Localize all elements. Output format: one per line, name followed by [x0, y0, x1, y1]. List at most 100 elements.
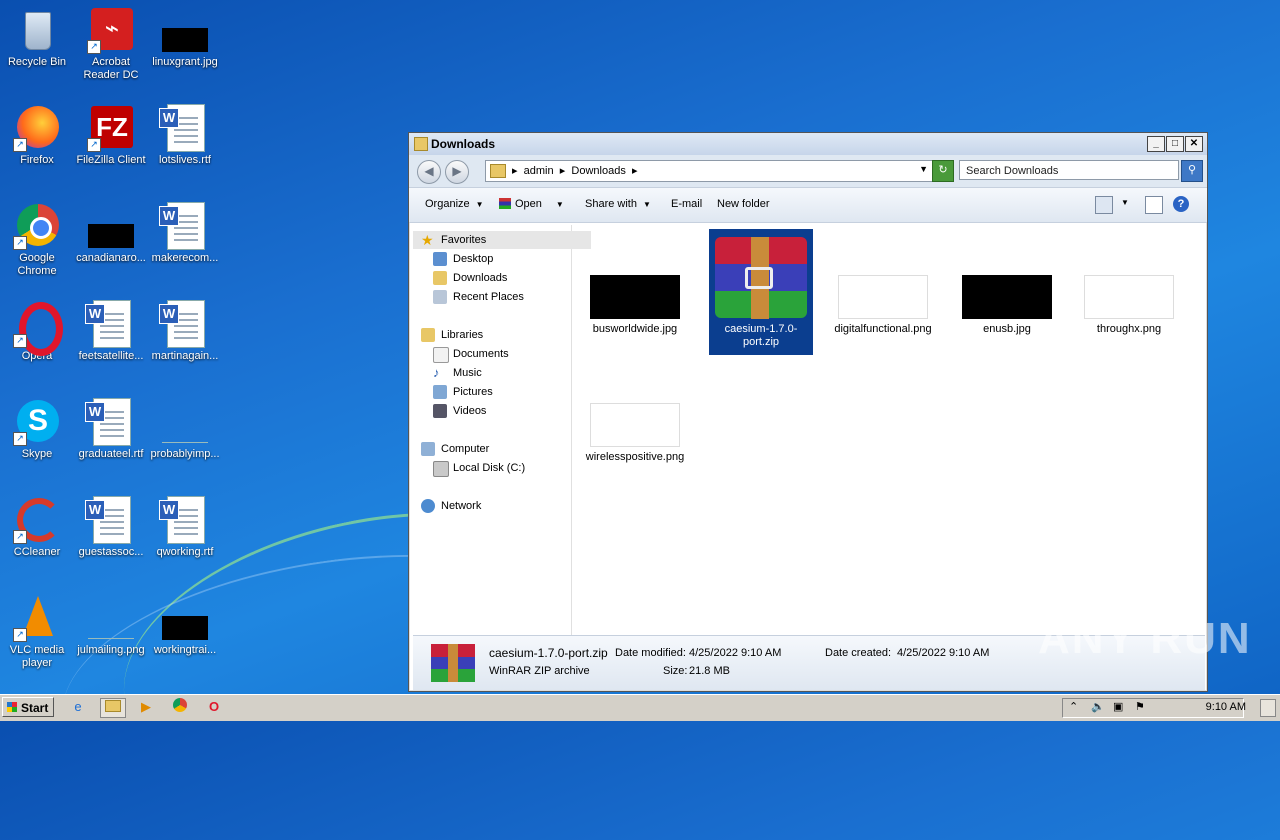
email-button[interactable]: E-mail — [671, 198, 702, 210]
desktop-icon-linuxgrant[interactable]: linuxgrant.jpg — [148, 6, 222, 69]
winrar-icon — [499, 198, 511, 209]
clock[interactable]: 9:10 AM — [1206, 701, 1246, 713]
nav-videos[interactable]: Videos — [425, 402, 486, 420]
desktop-icon-acrobat[interactable]: ⌁ ↗ Acrobat Reader DC — [74, 6, 148, 82]
desktop-icon-lotslives[interactable]: W lotslives.rtf — [148, 104, 222, 167]
downloads-folder-icon — [433, 271, 447, 285]
explorer-taskbar-icon[interactable] — [100, 698, 126, 718]
chevron-down-icon[interactable]: ▼ — [1121, 198, 1129, 207]
share-with-button[interactable]: Share with ▼ — [585, 198, 651, 210]
forward-button[interactable]: ▶ — [445, 160, 469, 184]
nav-label: Downloads — [453, 272, 508, 284]
nav-label: Local Disk (C:) — [453, 462, 526, 474]
opera-icon[interactable]: O — [202, 698, 226, 716]
breadcrumb-separator[interactable]: ▸ — [512, 165, 518, 177]
image-thumbnail-icon — [1084, 275, 1174, 319]
chrome-icon[interactable] — [168, 698, 192, 716]
firefox-icon: ↗ — [13, 104, 61, 152]
show-hidden-icons-icon[interactable]: ⌃ — [1069, 700, 1078, 713]
nav-libraries[interactable]: Libraries — [413, 326, 483, 344]
desktop-icon-chrome[interactable]: ↗ Google Chrome — [0, 202, 74, 278]
nav-label: Pictures — [453, 386, 493, 398]
winrar-archive-icon — [431, 644, 475, 682]
date-created-value: 4/25/2022 9:10 AM — [897, 647, 990, 659]
nav-recent-places[interactable]: Recent Places — [425, 288, 524, 306]
desktop-icon-qworking[interactable]: W qworking.rtf — [148, 496, 222, 559]
file-item[interactable]: busworldwide.jpg — [583, 275, 687, 336]
size-label: Size: — [663, 665, 688, 677]
desktop-icon-firefox[interactable]: ↗ Firefox — [0, 104, 74, 167]
view-options-icon[interactable] — [1095, 196, 1113, 214]
file-item[interactable]: wirelesspositive.png — [583, 403, 687, 464]
nav-label: Recent Places — [453, 291, 524, 303]
search-input[interactable]: Search Downloads — [959, 160, 1179, 180]
desktop-icon-martinagain[interactable]: W martinagain... — [148, 300, 222, 363]
file-item[interactable]: digitalfunctional.png — [831, 275, 935, 336]
maximize-button[interactable]: □ — [1166, 136, 1184, 152]
preview-pane-icon[interactable] — [1145, 196, 1163, 214]
breadcrumb-downloads[interactable]: Downloads — [571, 165, 625, 177]
desktop-icon-julmailing[interactable]: julmailing.png — [74, 594, 148, 657]
breadcrumb-separator[interactable]: ▸ — [632, 165, 638, 177]
network-tray-icon[interactable]: ▣ — [1113, 700, 1123, 713]
chevron-down-icon[interactable]: ▼ — [919, 164, 928, 174]
open-button[interactable]: Open ▼ — [499, 198, 564, 210]
back-button[interactable]: ◀ — [417, 160, 441, 184]
nav-downloads[interactable]: Downloads — [425, 269, 507, 287]
close-button[interactable]: ✕ — [1185, 136, 1203, 152]
desktop-icon-probablyimp[interactable]: probablyimp... — [148, 398, 222, 461]
nav-favorites[interactable]: ★ Favorites — [413, 231, 591, 249]
breadcrumb-admin[interactable]: admin — [524, 165, 554, 177]
desktop-icon-label: linuxgrant.jpg — [152, 56, 218, 68]
internet-explorer-icon[interactable]: e — [66, 698, 90, 716]
desktop-icon-makerecom[interactable]: W makerecom... — [148, 202, 222, 265]
skype-icon: S ↗ — [13, 398, 61, 446]
address-bar[interactable]: ▸ admin ▸ Downloads ▸ ▼ — [485, 160, 933, 182]
file-item[interactable]: enusb.jpg — [955, 275, 1059, 336]
organize-button[interactable]: Organize ▼ — [425, 198, 484, 210]
desktop-icon-guestassoc[interactable]: W guestassoc... — [74, 496, 148, 559]
search-icon[interactable]: ⚲ — [1181, 160, 1203, 182]
nav-local-disk[interactable]: Local Disk (C:) — [425, 459, 525, 477]
nav-music[interactable]: ♪ Music — [425, 364, 482, 382]
image-thumbnail-icon — [87, 594, 135, 642]
desktop-icon-label: Skype — [21, 448, 53, 460]
word-doc-icon: W — [85, 398, 135, 446]
help-icon[interactable]: ? — [1173, 196, 1189, 212]
file-name: busworldwide.jpg — [592, 323, 678, 335]
volume-icon[interactable]: 🔈 — [1091, 700, 1105, 713]
desktop-icon-workingtrai[interactable]: workingtrai... — [148, 594, 222, 657]
documents-icon — [433, 347, 449, 363]
media-player-icon[interactable]: ▶ — [134, 698, 158, 716]
nav-network[interactable]: Network — [413, 497, 481, 515]
nav-desktop[interactable]: Desktop — [425, 250, 493, 268]
desktop-icon-opera[interactable]: ↗ Opera — [0, 300, 74, 363]
nav-documents[interactable]: Documents — [425, 345, 509, 363]
file-name: enusb.jpg — [983, 323, 1031, 335]
nav-label: Desktop — [453, 253, 494, 265]
desktop-icon-skype[interactable]: S ↗ Skype — [0, 398, 74, 461]
file-item[interactable]: throughx.png — [1077, 275, 1181, 336]
winrar-archive-icon — [715, 237, 807, 319]
breadcrumb-separator[interactable]: ▸ — [560, 165, 566, 177]
show-desktop-button[interactable] — [1260, 699, 1276, 717]
desktop-icon-label: Acrobat Reader DC — [83, 56, 139, 81]
desktop-icon-vlc[interactable]: ↗ VLC media player — [0, 594, 74, 670]
title-bar[interactable]: Downloads _ □ ✕ — [409, 133, 1207, 155]
desktop-icon-filezilla[interactable]: FZ ↗ FileZilla Client — [74, 104, 148, 167]
desktop-icon-canadianaro[interactable]: canadianaro... — [74, 202, 148, 265]
desktop-icon-recycle-bin[interactable]: Recycle Bin — [0, 6, 74, 69]
new-folder-button[interactable]: New folder — [717, 198, 770, 210]
desktop-icon-ccleaner[interactable]: ↗ CCleaner — [0, 496, 74, 559]
desktop-icon-graduateel[interactable]: W graduateel.rtf — [74, 398, 148, 461]
image-thumbnail-icon — [590, 403, 680, 447]
nav-computer[interactable]: Computer — [413, 440, 489, 458]
file-item-selected[interactable]: caesium-1.7.0-port.zip — [709, 229, 813, 355]
action-center-flag-icon[interactable]: ⚑ — [1135, 700, 1145, 713]
desktop-icon-feetsatellite[interactable]: W feetsatellite... — [74, 300, 148, 363]
explorer-window: Downloads _ □ ✕ ◀ ▶ ▸ admin ▸ Downloads … — [408, 132, 1208, 692]
refresh-button[interactable]: ↻ — [932, 160, 954, 182]
minimize-button[interactable]: _ — [1147, 136, 1165, 152]
start-button[interactable]: Start — [2, 697, 54, 717]
nav-pictures[interactable]: Pictures — [425, 383, 493, 401]
